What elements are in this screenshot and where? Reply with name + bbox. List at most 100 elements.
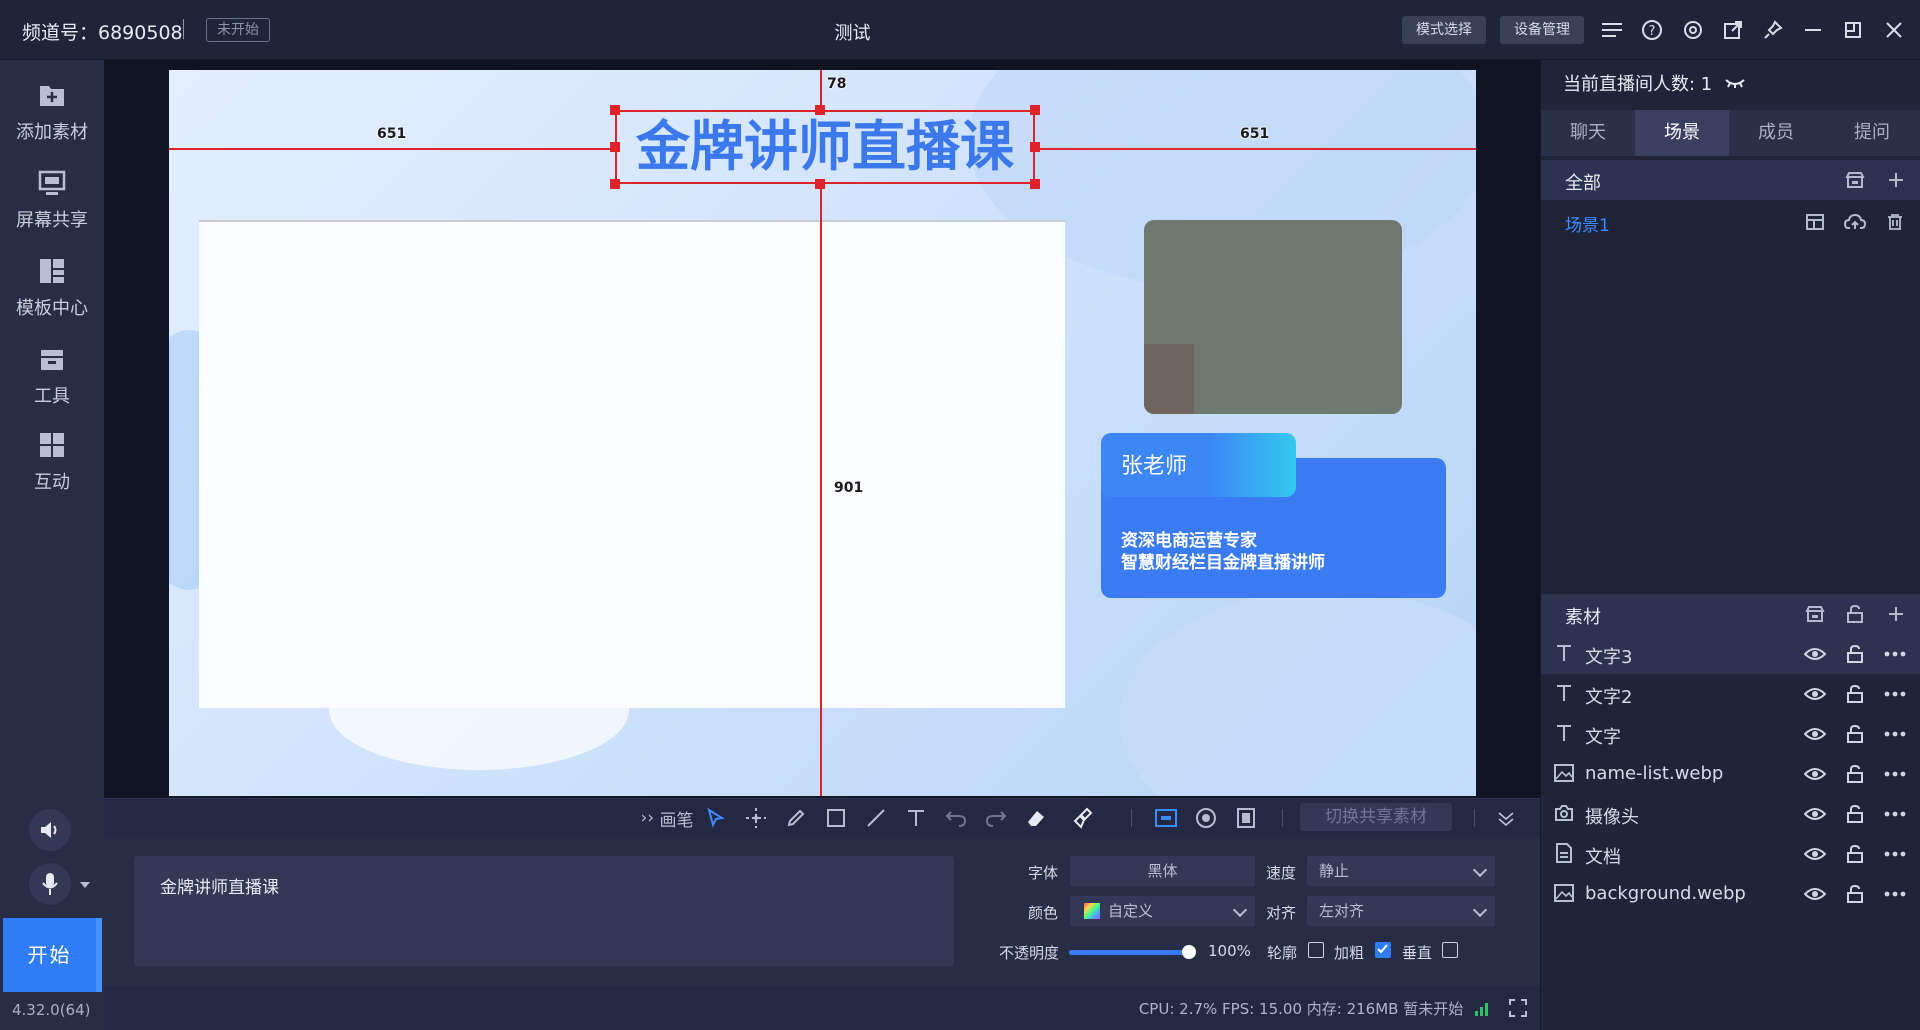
store-icon[interactable] bbox=[1843, 168, 1867, 192]
scene-canvas[interactable]: 张老师 资深电商运营专家 智慧财经栏目金牌直播讲师 78 651 651 901… bbox=[169, 70, 1476, 796]
collapse-icon[interactable] bbox=[1492, 806, 1520, 830]
unlock-icon[interactable] bbox=[1843, 803, 1867, 825]
popout-icon[interactable] bbox=[1719, 16, 1747, 44]
sidebar-item-tools[interactable]: 工具 bbox=[0, 334, 104, 414]
scene-item[interactable]: 场景1 bbox=[1541, 202, 1920, 242]
material-item[interactable]: 文字 bbox=[1541, 714, 1920, 754]
material-item[interactable]: background.webp bbox=[1541, 874, 1920, 914]
cloud-upload-icon[interactable] bbox=[1843, 210, 1867, 234]
align-select[interactable]: 左对齐 bbox=[1307, 896, 1495, 926]
material-item[interactable]: 文字2 bbox=[1541, 674, 1920, 714]
more-icon[interactable] bbox=[1883, 843, 1907, 865]
pencil-tool-icon[interactable] bbox=[782, 806, 810, 830]
resize-handle[interactable] bbox=[610, 105, 620, 115]
layout-icon[interactable] bbox=[1803, 210, 1827, 234]
switch-share-button[interactable]: 切换共享素材 bbox=[1300, 803, 1452, 831]
trash-icon[interactable] bbox=[1883, 210, 1907, 234]
unlock-icon[interactable] bbox=[1843, 883, 1867, 905]
text-tool-icon[interactable] bbox=[902, 806, 930, 830]
unlock-icon[interactable] bbox=[1843, 763, 1867, 785]
eye-closed-icon[interactable] bbox=[1724, 77, 1746, 89]
resize-handle[interactable] bbox=[1030, 105, 1040, 115]
help-icon[interactable]: ? bbox=[1638, 16, 1666, 44]
minimize-icon[interactable] bbox=[1799, 16, 1827, 44]
unlock-icon[interactable] bbox=[1843, 602, 1867, 626]
tab-chat[interactable]: 聊天 bbox=[1541, 110, 1635, 156]
line-tool-icon[interactable] bbox=[862, 806, 890, 830]
move-tool-icon[interactable] bbox=[742, 806, 770, 830]
store-icon[interactable] bbox=[1803, 602, 1827, 626]
unlock-icon[interactable] bbox=[1843, 643, 1867, 665]
material-item[interactable]: name-list.webp bbox=[1541, 754, 1920, 794]
more-icon[interactable] bbox=[1883, 803, 1907, 825]
settings-icon[interactable] bbox=[1679, 16, 1707, 44]
menu-icon[interactable] bbox=[1598, 16, 1626, 44]
resize-handle[interactable] bbox=[815, 179, 825, 189]
font-select[interactable]: 黑体 bbox=[1070, 856, 1255, 886]
layout-window-icon[interactable] bbox=[1152, 806, 1180, 830]
resize-handle[interactable] bbox=[610, 179, 620, 189]
eye-icon[interactable] bbox=[1803, 763, 1827, 785]
opacity-slider-track[interactable] bbox=[1069, 950, 1189, 955]
sidebar-item-template[interactable]: 模板中心 bbox=[0, 246, 104, 326]
tab-members[interactable]: 成员 bbox=[1729, 110, 1823, 156]
add-scene-icon[interactable] bbox=[1884, 168, 1908, 192]
resize-handle[interactable] bbox=[610, 142, 620, 152]
unlock-icon[interactable] bbox=[1843, 683, 1867, 705]
more-icon[interactable] bbox=[1883, 643, 1907, 665]
tab-scene[interactable]: 场景 bbox=[1635, 110, 1729, 156]
speaker-button[interactable] bbox=[29, 809, 71, 851]
undo-icon[interactable] bbox=[942, 806, 970, 830]
eraser-icon[interactable] bbox=[1022, 806, 1050, 830]
resize-handle[interactable] bbox=[1030, 142, 1040, 152]
camera-feed[interactable] bbox=[1144, 220, 1402, 414]
resize-handle[interactable] bbox=[1030, 179, 1040, 189]
eye-icon[interactable] bbox=[1803, 883, 1827, 905]
more-icon[interactable] bbox=[1883, 763, 1907, 785]
sidebar-item-screen-share[interactable]: 屏幕共享 bbox=[0, 158, 104, 238]
device-manage-button[interactable]: 设备管理 bbox=[1500, 16, 1584, 44]
unlock-icon[interactable] bbox=[1843, 843, 1867, 865]
clear-brush-icon[interactable] bbox=[1070, 806, 1098, 830]
more-icon[interactable] bbox=[1883, 723, 1907, 745]
color-select[interactable]: 自定义 bbox=[1070, 896, 1255, 926]
eye-icon[interactable] bbox=[1803, 683, 1827, 705]
whiteboard-document[interactable] bbox=[199, 220, 1065, 708]
eye-icon[interactable] bbox=[1803, 723, 1827, 745]
unlock-icon[interactable] bbox=[1843, 723, 1867, 745]
eye-icon[interactable] bbox=[1803, 843, 1827, 865]
outline-checkbox[interactable] bbox=[1308, 942, 1324, 958]
text-content-input[interactable]: 金牌讲师直播课 bbox=[134, 856, 954, 966]
maximize-icon[interactable] bbox=[1839, 16, 1867, 44]
material-item[interactable]: 文字3 bbox=[1541, 634, 1920, 674]
fullscreen-box-icon[interactable] bbox=[1232, 806, 1260, 830]
close-icon[interactable] bbox=[1880, 16, 1908, 44]
material-item[interactable]: 文档 bbox=[1541, 834, 1920, 874]
expand-icon[interactable] bbox=[1508, 998, 1528, 1018]
material-item[interactable]: 摄像头 bbox=[1541, 794, 1920, 834]
pin-icon[interactable] bbox=[1759, 16, 1787, 44]
more-icon[interactable] bbox=[1883, 683, 1907, 705]
bold-checkbox[interactable] bbox=[1375, 942, 1391, 958]
microphone-button[interactable] bbox=[29, 863, 71, 905]
vertical-checkbox[interactable] bbox=[1442, 942, 1458, 958]
more-icon[interactable] bbox=[1883, 883, 1907, 905]
add-material-icon[interactable] bbox=[1884, 602, 1908, 626]
mode-select-button[interactable]: 模式选择 bbox=[1402, 16, 1486, 44]
sidebar-item-add-material[interactable]: 添加素材 bbox=[0, 70, 104, 150]
chevron-down-icon[interactable] bbox=[80, 882, 90, 888]
opacity-slider-knob[interactable] bbox=[1182, 945, 1196, 959]
resize-handle[interactable] bbox=[815, 105, 825, 115]
select-tool-icon[interactable] bbox=[702, 806, 730, 830]
pen-toggle[interactable]: ›› 画笔 bbox=[622, 806, 712, 831]
record-icon[interactable] bbox=[1192, 806, 1220, 830]
start-button[interactable]: 开始 bbox=[3, 918, 102, 992]
eye-icon[interactable] bbox=[1803, 803, 1827, 825]
tab-questions[interactable]: 提问 bbox=[1823, 110, 1920, 156]
rectangle-tool-icon[interactable] bbox=[822, 806, 850, 830]
selected-title-text[interactable]: 金牌讲师直播课 bbox=[615, 110, 1035, 184]
redo-icon[interactable] bbox=[982, 806, 1010, 830]
speed-select[interactable]: 静止 bbox=[1307, 856, 1495, 886]
sidebar-item-interaction[interactable]: 互动 bbox=[0, 420, 104, 500]
eye-icon[interactable] bbox=[1803, 643, 1827, 665]
